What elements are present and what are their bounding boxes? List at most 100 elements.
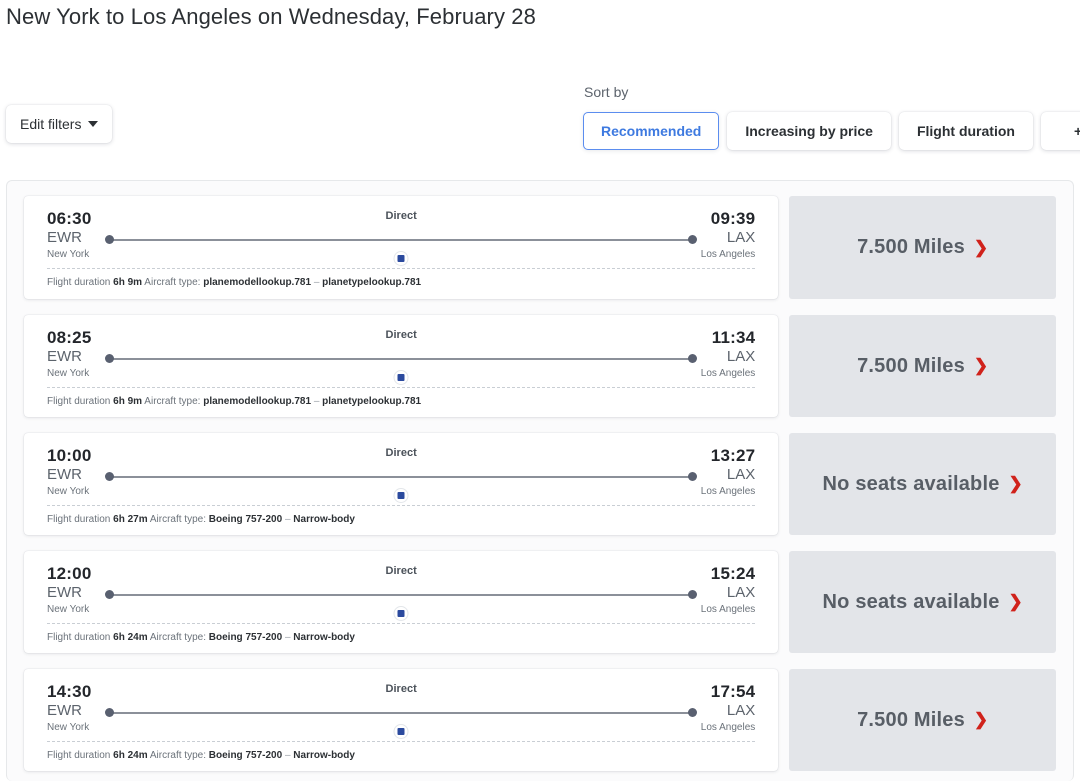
arrival-info: 11:34 LAX Los Angeles (625, 328, 756, 381)
edit-filters-button[interactable]: Edit filters (6, 105, 113, 143)
aircraft-separator: – (284, 514, 291, 525)
sort-button-group: Recommended Increasing by price Flight d… (583, 112, 1080, 150)
timeline-start-dot (105, 235, 114, 244)
flight-card[interactable]: 10:00 EWR New York Direct 13:27 LAX Los … (24, 433, 779, 535)
chevron-right-icon: ❯ (973, 710, 989, 729)
departure-airport-code: EWR (47, 229, 82, 246)
aircraft-type-label: Aircraft type: (144, 277, 201, 288)
timeline-line (110, 358, 693, 360)
arrival-time: 13:27 (710, 446, 756, 465)
page-title: New York to Los Angeles on Wednesday, Fe… (6, 4, 536, 29)
duration-label: Flight duration (47, 514, 111, 525)
flight-segment: 06:30 EWR New York Direct 09:39 LAX Los … (47, 209, 755, 265)
timeline-start-dot (105, 354, 114, 363)
aircraft-model-value: Boeing 757-200 (208, 750, 283, 761)
flight-duration-value: 6h 9m (113, 277, 143, 288)
departure-airport-code: EWR (47, 348, 82, 365)
arrival-info: 15:24 LAX Los Angeles (625, 564, 756, 617)
timeline-line (110, 594, 693, 596)
flight-duration-value: 6h 27m (113, 514, 148, 525)
aircraft-separator: – (284, 750, 291, 761)
timeline-start-dot (105, 708, 114, 717)
aircraft-body-type-value: Narrow-body (293, 632, 355, 643)
flight-meta: Flight duration 6h 9m Aircraft type: pla… (47, 269, 755, 288)
arrival-airport-code: LAX (726, 702, 756, 719)
price-panel[interactable]: 7.500 Miles ❯ (789, 669, 1056, 771)
flight-timeline (105, 472, 698, 481)
price-value: No seats available (822, 590, 1000, 613)
departure-airport-code: EWR (47, 702, 82, 719)
aircraft-model-value: planemodellookup.781 (203, 396, 312, 407)
sort-more-label: +3 (1073, 123, 1080, 139)
aircraft-model-value: planemodellookup.781 (203, 277, 312, 288)
list-item[interactable]: 14:30 EWR New York Direct 17:54 LAX Los … (24, 653, 1056, 771)
flight-meta: Flight duration 6h 24m Aircraft type: Bo… (47, 742, 755, 761)
flight-card[interactable]: 14:30 EWR New York Direct 17:54 LAX Los … (24, 669, 779, 771)
flight-segment: 12:00 EWR New York Direct 15:24 LAX Los … (47, 564, 755, 620)
list-item[interactable]: 06:30 EWR New York Direct 09:39 LAX Los … (24, 181, 1056, 299)
arrival-info: 09:39 LAX Los Angeles (625, 209, 756, 262)
chevron-right-icon: ❯ (1008, 474, 1023, 493)
list-item[interactable]: 12:00 EWR New York Direct 15:24 LAX Los … (24, 535, 1056, 653)
aircraft-model-value: Boeing 757-200 (208, 514, 283, 525)
sort-more-options-button[interactable]: +3 (1040, 112, 1080, 150)
flight-duration-value: 6h 24m (113, 750, 148, 761)
flight-meta: Flight duration 6h 9m Aircraft type: pla… (47, 388, 755, 407)
airline-logo-icon (394, 489, 408, 502)
flight-segment: 08:25 EWR New York Direct 11:34 LAX Los … (47, 328, 755, 384)
aircraft-model-value: Boeing 757-200 (208, 632, 283, 643)
duration-label: Flight duration (47, 277, 111, 288)
chevron-right-icon: ❯ (973, 237, 989, 257)
arrival-airport-code: LAX (726, 348, 756, 365)
flight-card[interactable]: 12:00 EWR New York Direct 15:24 LAX Los … (24, 551, 779, 653)
arrival-airport-code: LAX (726, 466, 756, 483)
aircraft-type-label: Aircraft type: (144, 396, 201, 407)
arrival-city: Los Angeles (700, 368, 756, 379)
flight-timeline (105, 235, 698, 244)
flight-timeline (105, 590, 698, 599)
sort-option-flight-duration[interactable]: Flight duration (898, 112, 1033, 150)
arrival-city: Los Angeles (700, 249, 756, 260)
departure-city: New York (47, 486, 90, 497)
aircraft-type-label: Aircraft type: (149, 632, 206, 643)
departure-city: New York (47, 722, 90, 733)
arrival-city: Los Angeles (700, 604, 756, 615)
chevron-right-icon: ❯ (1008, 592, 1023, 611)
sort-option-increasing-by-price[interactable]: Increasing by price (727, 112, 891, 150)
sort-option-recommended[interactable]: Recommended (583, 112, 720, 150)
departure-city: New York (47, 249, 90, 260)
aircraft-type-label: Aircraft type: (149, 750, 206, 761)
chevron-right-icon: ❯ (973, 356, 989, 375)
arrival-airport-code: LAX (726, 584, 756, 601)
price-value: 7.500 Miles (857, 354, 965, 377)
arrival-info: 17:54 LAX Los Angeles (625, 682, 756, 735)
price-panel[interactable]: 7.500 Miles ❯ (789, 196, 1056, 299)
flight-results-list: 06:30 EWR New York Direct 09:39 LAX Los … (6, 180, 1074, 781)
arrival-time: 15:24 (710, 564, 756, 583)
list-item[interactable]: 10:00 EWR New York Direct 13:27 LAX Los … (24, 417, 1056, 535)
departure-city: New York (47, 604, 90, 615)
flight-card[interactable]: 06:30 EWR New York Direct 09:39 LAX Los … (24, 196, 779, 299)
aircraft-body-type-value: planetypelookup.781 (322, 277, 422, 288)
aircraft-body-type-value: planetypelookup.781 (322, 396, 422, 407)
departure-city: New York (47, 368, 90, 379)
timeline-line (110, 476, 693, 478)
flight-timeline (105, 354, 698, 363)
price-panel[interactable]: No seats available ❯ (789, 551, 1056, 653)
airline-logo-icon (394, 252, 408, 265)
arrival-airport-code: LAX (726, 229, 756, 246)
controls-bar: Edit filters Sort by Recommended Increas… (0, 82, 1080, 158)
sort-by-label: Sort by (584, 84, 629, 100)
edit-filters-label: Edit filters (20, 116, 82, 132)
aircraft-body-type-value: Narrow-body (293, 514, 355, 525)
flight-timeline (105, 708, 698, 717)
flight-duration-value: 6h 24m (113, 632, 148, 643)
price-panel[interactable]: 7.500 Miles ❯ (789, 315, 1056, 417)
list-item[interactable]: 08:25 EWR New York Direct 11:34 LAX Los … (24, 299, 1056, 417)
timeline-line (110, 239, 693, 241)
duration-label: Flight duration (47, 750, 111, 761)
price-panel[interactable]: No seats available ❯ (789, 433, 1056, 535)
flight-card[interactable]: 08:25 EWR New York Direct 11:34 LAX Los … (24, 315, 779, 417)
sort-option-label: Increasing by price (745, 123, 873, 139)
flight-segment: 10:00 EWR New York Direct 13:27 LAX Los … (47, 446, 755, 502)
